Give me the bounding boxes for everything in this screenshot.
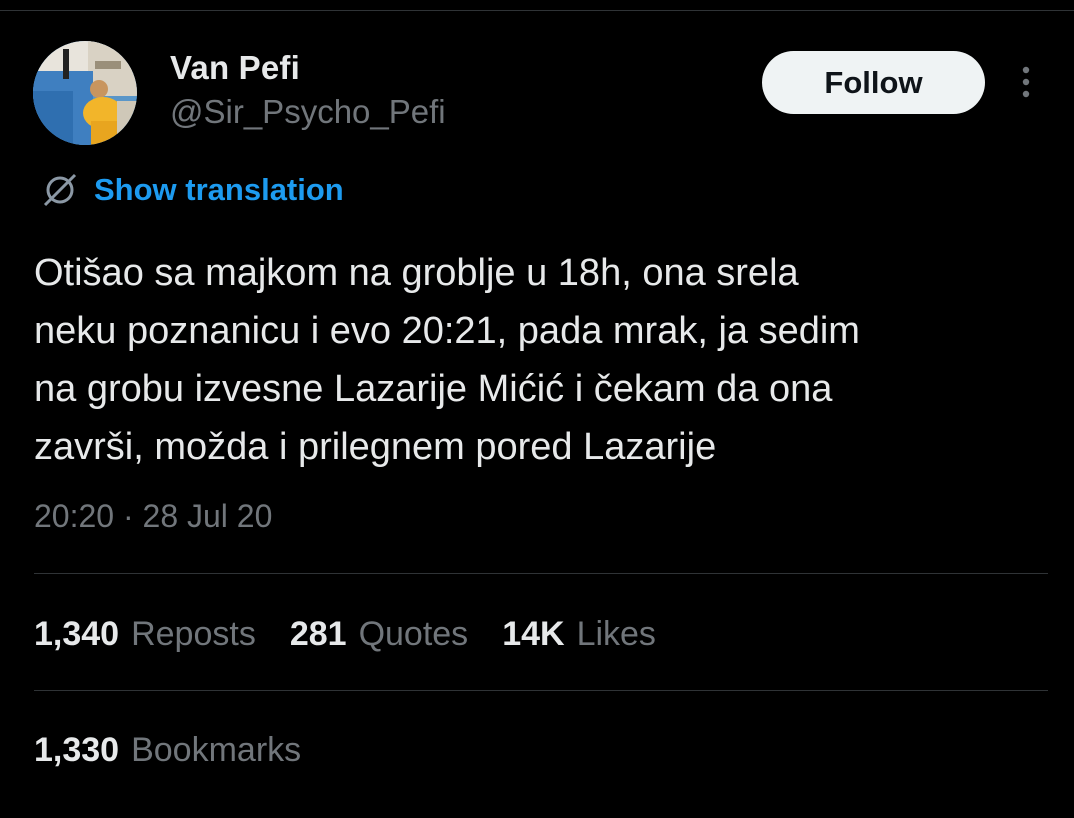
user-info: Van Pefi @Sir_Psycho_Pefi — [170, 48, 446, 132]
bookmarks-count: 1,330 — [34, 731, 120, 769]
user-handle[interactable]: @Sir_Psycho_Pefi — [170, 92, 446, 132]
divider — [34, 573, 1048, 574]
more-options-icon[interactable] — [1012, 64, 1040, 104]
reposts-stat[interactable]: 1,340 Reposts — [34, 611, 256, 657]
likes-label: Likes — [576, 615, 656, 653]
display-name[interactable]: Van Pefi — [170, 48, 446, 88]
show-translation-link[interactable]: Show translation — [40, 168, 344, 212]
likes-count: 14K — [502, 615, 565, 653]
avatar[interactable] — [33, 41, 137, 145]
translation-label: Show translation — [94, 172, 344, 207]
quotes-count: 281 — [289, 615, 347, 653]
bookmarks-stat[interactable]: 1,330 Bookmarks — [34, 727, 301, 773]
likes-stat[interactable]: 14K Likes — [502, 611, 656, 657]
reposts-label: Reposts — [131, 615, 256, 653]
engagement-stats: 1,340 Reposts 281 Quotes 14K Likes — [34, 611, 690, 657]
top-divider — [0, 10, 1074, 11]
quotes-label: Quotes — [358, 615, 469, 653]
quotes-stat[interactable]: 281 Quotes — [290, 611, 468, 657]
reposts-count: 1,340 — [34, 615, 120, 653]
tweet-text: Otišao sa majkom na groblje u 18h, ona s… — [34, 252, 860, 468]
translate-globe-icon — [43, 173, 77, 207]
bookmarks-label: Bookmarks — [131, 731, 302, 769]
follow-button[interactable]: Follow — [762, 51, 985, 114]
divider — [34, 690, 1048, 691]
tweet-timestamp[interactable]: 20:20 · 28 Jul 20 — [34, 494, 272, 538]
